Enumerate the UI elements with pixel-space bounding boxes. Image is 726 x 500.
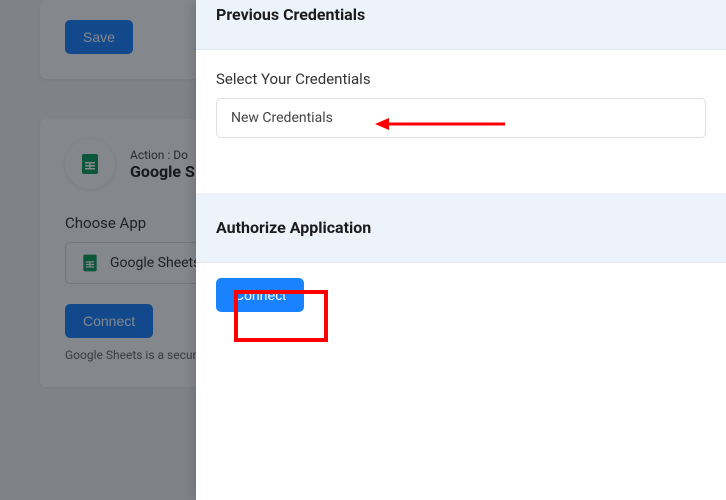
credentials-panel: Previous Credentials Select Your Credent…	[196, 0, 726, 500]
panel-spacer	[196, 352, 726, 432]
previous-credentials-header: Previous Credentials	[196, 0, 726, 50]
select-credentials-section: Select Your Credentials New Credentials	[196, 50, 726, 163]
authorize-application-title: Authorize Application	[216, 218, 706, 237]
select-credentials-value: New Credentials	[231, 110, 333, 126]
select-credentials-dropdown[interactable]: New Credentials	[216, 98, 706, 138]
connect-button[interactable]: Connect	[216, 278, 304, 312]
select-credentials-label: Select Your Credentials	[216, 70, 706, 88]
connect-section: Connect	[196, 263, 726, 352]
authorize-application-header: Authorize Application	[196, 193, 726, 263]
previous-credentials-title: Previous Credentials	[216, 5, 706, 24]
